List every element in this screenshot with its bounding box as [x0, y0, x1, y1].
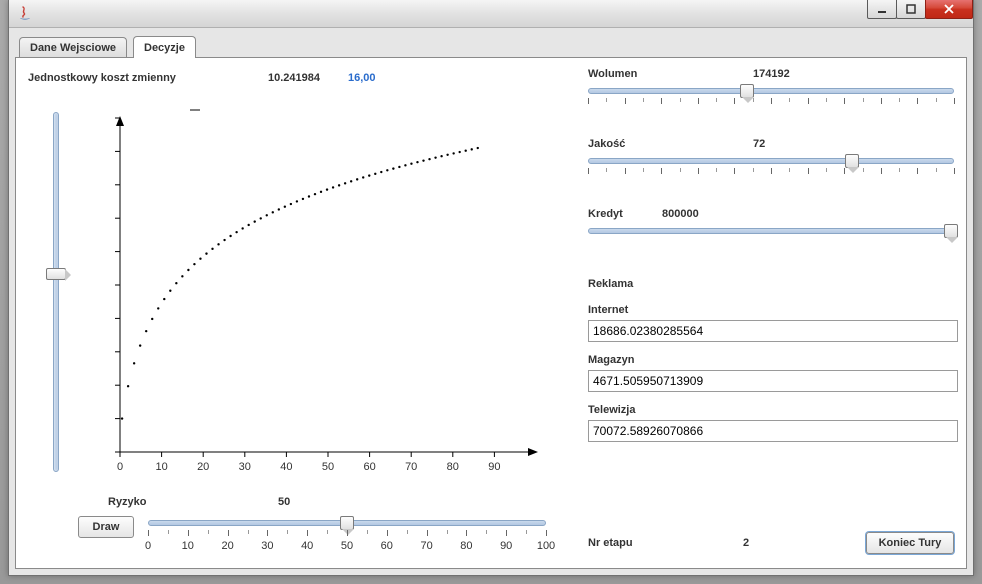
svg-text:50: 50: [322, 461, 334, 473]
tabs: Dane Wejsciowe Decyzje: [15, 36, 967, 58]
unit-cost-value2: 16,00: [348, 72, 376, 84]
telewizja-group: Telewizja: [588, 404, 954, 442]
wolumen-label: Wolumen: [588, 68, 753, 80]
draw-button-label: Draw: [93, 521, 120, 533]
tab-panel-decisions: Jednostkowy koszt zmienny 10.241984 16,0…: [15, 57, 967, 569]
svg-text:60: 60: [363, 461, 375, 473]
svg-text:10: 10: [155, 461, 167, 473]
stage-label: Nr etapu: [588, 537, 743, 549]
magazyn-input[interactable]: [588, 370, 958, 392]
unit-cost-label: Jednostkowy koszt zmienny: [28, 72, 268, 84]
jakosc-value: 72: [753, 138, 765, 150]
slider-track: [588, 158, 954, 164]
kredyt-row: Kredyt 800000: [588, 208, 954, 220]
slider-tick-label: 10: [182, 540, 194, 552]
stage-row: Nr etapu 2 Koniec Tury: [588, 530, 954, 556]
vslider-track: [53, 112, 59, 472]
svg-text:80: 80: [447, 461, 459, 473]
wolumen-value: 174192: [753, 68, 790, 80]
app-window: Dane Wejsciowe Decyzje Jednostkowy koszt…: [8, 0, 974, 576]
internet-label: Internet: [588, 304, 954, 316]
kredyt-slider[interactable]: [588, 226, 954, 260]
slider-tick-label: 20: [221, 540, 233, 552]
telewizja-label: Telewizja: [588, 404, 954, 416]
slider-tick-label: 100: [537, 540, 555, 552]
slider-thumb[interactable]: [340, 516, 354, 530]
tab-decisions[interactable]: Decyzje: [133, 36, 196, 58]
reklama-heading: Reklama: [588, 278, 954, 290]
magazyn-label: Magazyn: [588, 354, 954, 366]
close-button[interactable]: [925, 0, 973, 19]
ryzyko-label: Ryzyko: [78, 496, 278, 508]
svg-text:0: 0: [117, 461, 123, 473]
slider-tick-label: 40: [301, 540, 313, 552]
end-turn-label: Koniec Tury: [879, 537, 942, 549]
unit-cost-value1: 10.241984: [268, 72, 348, 84]
internet-group: Internet: [588, 304, 954, 342]
svg-text:90: 90: [488, 461, 500, 473]
stage-value: 2: [743, 537, 749, 549]
right-column: Wolumen 174192 Jakość: [588, 68, 954, 556]
tab-label: Dane Wejsciowe: [30, 42, 116, 54]
slider-tick-label: 80: [460, 540, 472, 552]
ryzyko-slider[interactable]: 0102030405060708090100: [148, 512, 546, 560]
jakosc-row: Jakość 72: [588, 138, 954, 150]
chart-area: 0 10 20 30 40 50 60 70 80 90: [80, 102, 546, 482]
chart-svg: 0 10 20 30 40 50 60 70 80 90: [80, 102, 546, 482]
slider-tick-label: 60: [381, 540, 393, 552]
svg-text:30: 30: [239, 461, 251, 473]
slider-tick-label: 70: [420, 540, 432, 552]
vertical-slider[interactable]: [28, 102, 80, 482]
magazyn-group: Magazyn: [588, 354, 954, 392]
kredyt-value: 800000: [662, 208, 699, 220]
slider-tick-label: 0: [145, 540, 151, 552]
window-content: Dane Wejsciowe Decyzje Jednostkowy koszt…: [9, 28, 973, 575]
kredyt-label: Kredyt: [588, 208, 662, 220]
unit-cost-row: Jednostkowy koszt zmienny 10.241984 16,0…: [28, 68, 546, 88]
tab-label: Decyzje: [144, 42, 185, 54]
svg-text:70: 70: [405, 461, 417, 473]
slider-thumb[interactable]: [944, 224, 958, 238]
left-column: Jednostkowy koszt zmienny 10.241984 16,0…: [28, 68, 546, 556]
slider-thumb[interactable]: [740, 84, 754, 98]
maximize-button[interactable]: [896, 0, 926, 19]
tab-data-input[interactable]: Dane Wejsciowe: [19, 37, 127, 58]
ryzyko-row: Ryzyko 50: [78, 496, 546, 508]
slider-tick-label: 90: [500, 540, 512, 552]
ryzyko-value: 50: [278, 496, 290, 508]
minimize-button[interactable]: [867, 0, 897, 19]
internet-input[interactable]: [588, 320, 958, 342]
end-turn-button[interactable]: Koniec Tury: [866, 532, 954, 554]
vslider-thumb[interactable]: [46, 268, 66, 280]
svg-text:20: 20: [197, 461, 209, 473]
slider-thumb[interactable]: [845, 154, 859, 168]
draw-button[interactable]: Draw: [78, 516, 134, 538]
jakosc-label: Jakość: [588, 138, 753, 150]
window-controls: [868, 0, 973, 19]
java-icon: [17, 6, 33, 22]
slider-track: [588, 228, 954, 234]
wolumen-row: Wolumen 174192: [588, 68, 954, 80]
slider-track: [588, 88, 954, 94]
titlebar[interactable]: [9, 0, 973, 28]
slider-tick-label: 30: [261, 540, 273, 552]
svg-text:40: 40: [280, 461, 292, 473]
telewizja-input[interactable]: [588, 420, 958, 442]
wolumen-slider[interactable]: [588, 86, 954, 120]
slider-tick-label: 50: [341, 540, 353, 552]
jakosc-slider[interactable]: [588, 156, 954, 190]
